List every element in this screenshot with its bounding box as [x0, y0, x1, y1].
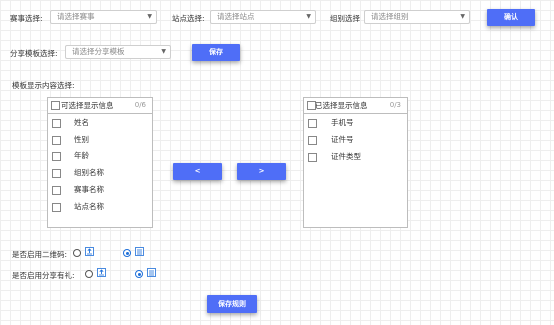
- gift-option-label: 是否启用分享有礼:: [12, 271, 75, 280]
- available-select-all-checkbox[interactable]: [51, 101, 60, 110]
- qrcode-option-label: 是否启用二维码:: [12, 250, 68, 259]
- selected-item-label: 证件类型: [331, 152, 361, 161]
- selected-item-checkbox[interactable]: [308, 119, 317, 128]
- available-item-checkbox[interactable]: [52, 202, 61, 212]
- template-select[interactable]: 请选择分享模板 ▼: [65, 45, 171, 59]
- qrcode-yes-radio[interactable]: [73, 249, 81, 257]
- save-rules-button[interactable]: 保存规则: [207, 295, 257, 313]
- template-select-label: 分享模板选择:: [10, 49, 58, 58]
- event-select[interactable]: 请选择赛事 ▼: [50, 10, 157, 24]
- available-item-label: 性别: [74, 134, 89, 144]
- event-select-placeholder: 请选择赛事: [57, 12, 95, 21]
- upload-icon: [85, 247, 94, 258]
- selected-item-label: 证件号: [331, 135, 354, 144]
- template-select-placeholder: 请选择分享模板: [72, 47, 125, 56]
- available-count: 0/6: [134, 101, 146, 109]
- gift-yes-radio[interactable]: [85, 270, 93, 278]
- content-section-label: 模板显示内容选择:: [12, 81, 75, 90]
- available-panel-title: 可选择显示信息: [61, 101, 114, 110]
- event-select-label: 赛事选择:: [10, 14, 43, 23]
- move-left-button[interactable]: <: [173, 163, 222, 180]
- selected-panel-title: 已选择显示信息: [315, 101, 368, 110]
- available-item-checkbox[interactable]: [52, 169, 61, 179]
- qrcode-no-radio[interactable]: [123, 249, 131, 257]
- no-text-icon: [135, 247, 144, 258]
- chevron-down-icon: ▼: [306, 13, 311, 20]
- gift-no-radio[interactable]: [135, 270, 143, 278]
- confirm-button[interactable]: 确认: [487, 9, 535, 26]
- available-item-label: 姓名: [74, 118, 89, 127]
- available-panel-header: 可选择显示信息 0/6: [48, 98, 152, 114]
- available-item-checkbox[interactable]: [52, 185, 61, 195]
- chevron-down-icon: ▼: [147, 13, 152, 20]
- group-select[interactable]: 请选择组别 ▼: [364, 10, 470, 24]
- available-item-label: 组别名称: [74, 168, 104, 178]
- upload-icon: [97, 268, 106, 279]
- available-item-checkbox[interactable]: [52, 135, 61, 145]
- selected-panel-header: 已选择显示信息 0/3: [304, 98, 407, 114]
- selected-panel: 已选择显示信息 0/3 手机号证件号证件类型: [303, 97, 408, 228]
- group-select-placeholder: 请选择组别: [371, 12, 409, 21]
- selected-item-checkbox[interactable]: [308, 136, 317, 145]
- selected-item-checkbox[interactable]: [308, 153, 317, 162]
- selected-item-label: 手机号: [331, 118, 354, 127]
- available-item-label: 站点名称: [74, 201, 104, 211]
- save-template-button[interactable]: 保存: [192, 44, 240, 61]
- chevron-down-icon: ▼: [460, 13, 465, 20]
- chevron-down-icon: ▼: [161, 48, 166, 55]
- move-right-button[interactable]: >: [237, 163, 286, 180]
- no-text-icon: [147, 268, 156, 279]
- available-item-checkbox[interactable]: [52, 119, 61, 128]
- available-item-label: 年龄: [74, 151, 89, 161]
- available-panel: 可选择显示信息 0/6 姓名性别年龄组别名称赛事名称站点名称: [47, 97, 153, 228]
- selected-count: 0/3: [389, 101, 401, 109]
- available-item-checkbox[interactable]: [52, 152, 61, 162]
- site-select[interactable]: 请选择站点 ▼: [210, 10, 316, 24]
- available-item-label: 赛事名称: [74, 184, 104, 194]
- group-select-label: 组别选择: [330, 14, 360, 23]
- site-select-label: 站点选择:: [172, 14, 205, 23]
- site-select-placeholder: 请选择站点: [217, 12, 255, 21]
